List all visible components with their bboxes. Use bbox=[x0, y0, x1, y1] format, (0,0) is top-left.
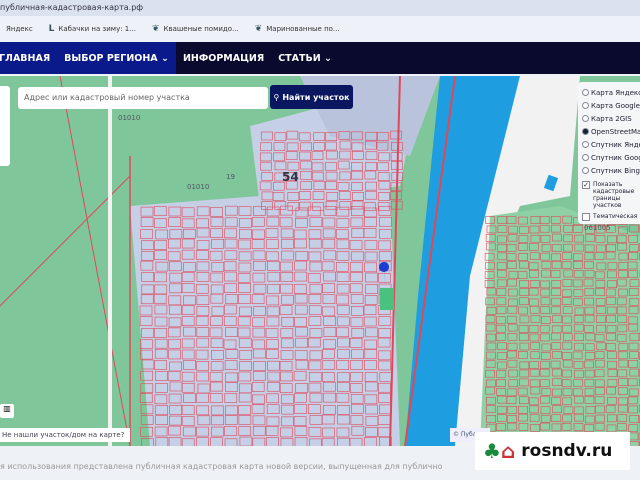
bookmark-label: Квашеные помидо... bbox=[163, 25, 239, 33]
radio-icon bbox=[582, 154, 589, 161]
not-found-link[interactable]: Не нашли участок/дом на карте? bbox=[0, 428, 130, 442]
leaf-icon: ❦ bbox=[254, 24, 263, 34]
bookmark-label: Маринованные по... bbox=[266, 25, 340, 33]
nav-articles[interactable]: СТАТЬИ ⌄ bbox=[271, 42, 339, 74]
layer-option[interactable]: Спутник Google bbox=[582, 151, 640, 164]
book-icon[interactable]: ▥ bbox=[0, 404, 14, 418]
search-button-label: Найти участок bbox=[282, 92, 350, 102]
checkbox-checked-icon: ✓ bbox=[582, 181, 590, 189]
map-label: 061005 bbox=[584, 224, 611, 232]
watermark: ♣⌂ rosndv.ru bbox=[475, 432, 630, 470]
bookmarks-bar: Яндекс L Кабачки на зиму: 1... ❦ Квашеные … bbox=[0, 16, 640, 42]
map-label: 01010 bbox=[118, 114, 141, 122]
layer-label: Спутник Bing bbox=[591, 166, 640, 175]
cadastral-map[interactable]: 01010 54 19 01010 061005 Адрес или кадас… bbox=[0, 76, 640, 446]
selected-parcel bbox=[380, 288, 394, 310]
parcel bbox=[629, 224, 639, 233]
layer-label: Спутник Google bbox=[591, 153, 640, 162]
checkbox-label: Показать кадастровые границы участков bbox=[593, 181, 635, 209]
layer-option[interactable]: Спутник Bing bbox=[582, 164, 640, 177]
show-borders-checkbox[interactable]: ✓ Показать кадастровые границы участков bbox=[582, 181, 640, 209]
watermark-text: rosndv.ru bbox=[521, 441, 613, 461]
house-tree-logo-icon: ♣⌂ bbox=[483, 439, 516, 463]
browser-title: публичная-кадастровая-карта.рф bbox=[0, 0, 640, 16]
checkbox-icon bbox=[582, 213, 590, 221]
map-tools[interactable] bbox=[0, 86, 10, 166]
thematic-checkbox[interactable]: Тематическая bbox=[582, 213, 640, 221]
layer-option[interactable]: Карта 2GIS bbox=[582, 112, 640, 125]
layer-label: Спутник Яндекс bbox=[591, 140, 640, 149]
layer-option[interactable]: Карта Яндекс bbox=[582, 86, 640, 99]
layer-label: OpenStreetMap bbox=[591, 127, 640, 136]
radio-icon bbox=[582, 141, 589, 148]
bookmark[interactable]: L Кабачки на зиму: 1... bbox=[49, 24, 136, 34]
radio-icon bbox=[582, 89, 589, 96]
search-input[interactable]: Адрес или кадастровый номер участка bbox=[18, 87, 268, 109]
bookmark[interactable]: ❦ Квашеные помидо... bbox=[152, 24, 239, 34]
search-button[interactable]: ⚲ Найти участок bbox=[270, 85, 353, 109]
layer-option[interactable]: Карта Google bbox=[582, 99, 640, 112]
nav-home[interactable]: ГЛАВНАЯ bbox=[0, 42, 58, 74]
bookmark[interactable]: ❦ Маринованные по... bbox=[255, 24, 340, 34]
map-label: 19 bbox=[226, 173, 235, 181]
nav-info[interactable]: ИНФОРМАЦИЯ bbox=[176, 42, 271, 74]
bookmark[interactable]: Яндекс bbox=[6, 25, 33, 33]
main-nav: ГЛАВНАЯ ВЫБОР РЕГИОНА ⌄ ИНФОРМАЦИЯ СТАТЬ… bbox=[0, 42, 640, 74]
bookmark-label: Кабачки на зиму: 1... bbox=[58, 25, 136, 33]
map-label: 01010 bbox=[187, 183, 210, 191]
checkbox-label: Тематическая bbox=[593, 213, 638, 220]
layer-label: Карта 2GIS bbox=[591, 114, 632, 123]
layer-option[interactable]: OpenStreetMap bbox=[582, 125, 640, 138]
map-label: 54 bbox=[282, 170, 299, 184]
radio-icon bbox=[582, 102, 589, 109]
layer-label: Карта Яндекс bbox=[591, 88, 640, 97]
L-icon: L bbox=[48, 24, 55, 34]
urban-area bbox=[130, 186, 400, 446]
layer-label: Карта Google bbox=[591, 101, 640, 110]
radio-icon bbox=[582, 167, 589, 174]
radio-icon bbox=[582, 128, 589, 135]
radio-icon bbox=[582, 115, 589, 122]
layers-panel: Карта Яндекс Карта Google Карта 2GIS OpenSt… bbox=[578, 82, 640, 224]
description-text: я использования представлена публичная к… bbox=[0, 462, 443, 471]
nav-region[interactable]: ВЫБОР РЕГИОНА ⌄ bbox=[57, 42, 176, 74]
map-canvas bbox=[0, 76, 640, 446]
layer-option[interactable]: Спутник Яндекс bbox=[582, 138, 640, 151]
bookmark-label: Яндекс bbox=[6, 25, 33, 33]
search-icon: ⚲ bbox=[273, 92, 280, 102]
leaf-icon: ❦ bbox=[151, 24, 160, 34]
